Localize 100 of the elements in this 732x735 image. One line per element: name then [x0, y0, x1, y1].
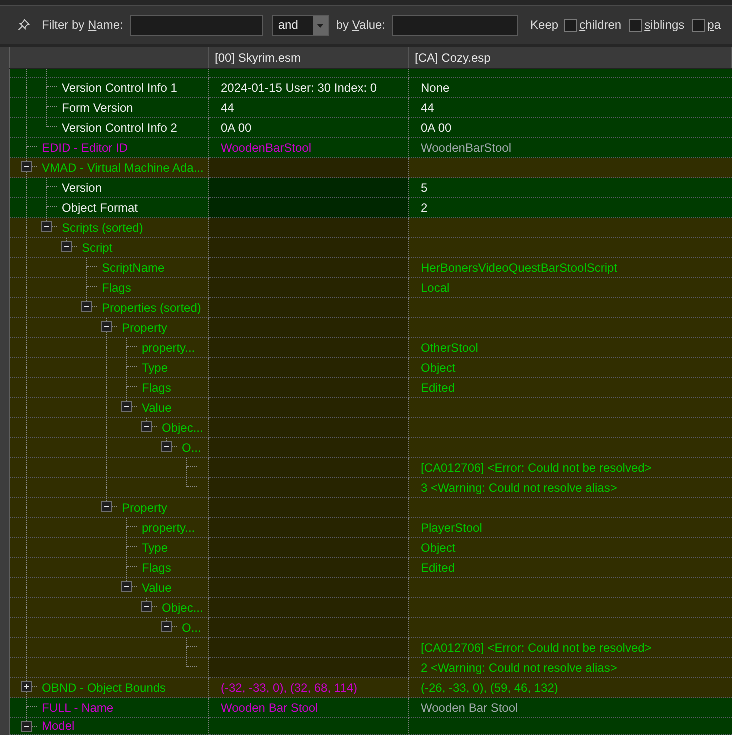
field-value: Local: [421, 280, 450, 294]
tree-row[interactable]: 2 <Warning: Could not resolve alias>: [10, 658, 732, 678]
tree-row[interactable]: Property: [10, 498, 732, 518]
field-name: FULL - Name: [42, 700, 114, 714]
collapse-toggle-icon[interactable]: [81, 301, 92, 312]
pin-icon[interactable]: [18, 19, 30, 31]
field-name: ScriptName: [102, 260, 165, 274]
tree-row[interactable]: [CA012706] <Error: Could not be resolved>: [10, 638, 732, 658]
tree-row[interactable]: property... OtherStool: [10, 338, 732, 358]
field-value: OtherStool: [421, 340, 478, 354]
expand-toggle-icon[interactable]: [21, 681, 32, 692]
tree-row[interactable]: 3 <Warning: Could not resolve alias>: [10, 478, 732, 498]
tree-row[interactable]: O...: [10, 438, 732, 458]
field-value: PlayerStool: [421, 520, 482, 534]
field-name: Properties (sorted): [102, 300, 202, 314]
collapse-toggle-icon[interactable]: [161, 441, 172, 452]
field-name: Type: [142, 540, 168, 554]
checkbox-label[interactable]: siblings: [644, 18, 685, 32]
filter-name-label: Filter by Name:: [42, 18, 124, 32]
collapse-toggle-icon[interactable]: [121, 581, 132, 592]
field-value: Object: [421, 540, 456, 554]
tree-row[interactable]: Type Object: [10, 358, 732, 378]
tree-row[interactable]: EDID - Editor ID WoodenBarStool WoodenBarStool: [10, 138, 732, 158]
field-name: Objec...: [162, 420, 204, 434]
field-value: Edited: [421, 380, 456, 394]
tree-row[interactable]: Scripts (sorted): [10, 218, 732, 238]
checkbox[interactable]: [564, 18, 577, 32]
field-value: (-26, -33, 0), (59, 46, 132): [421, 680, 558, 694]
field-value: 2024-01-15 User: 30 Index: 0: [221, 80, 378, 94]
field-name: property...: [142, 520, 196, 534]
tree-row[interactable]: Version 5: [10, 178, 732, 198]
checkbox[interactable]: [692, 18, 705, 32]
field-value: [CA012706] <Error: Could not be resolved>: [421, 640, 652, 654]
tree-row[interactable]: Value: [10, 578, 732, 598]
field-value: 3 <Warning: Could not resolve alias>: [421, 480, 618, 494]
collapse-toggle-icon[interactable]: [101, 501, 112, 512]
field-name: Version Control Info 1: [62, 80, 178, 94]
field-name: Form Version: [62, 100, 134, 114]
field-name: Object Format: [62, 200, 138, 214]
field-name: Version Control Info 2: [62, 120, 178, 134]
tree-row[interactable]: Property: [10, 318, 732, 338]
field-name: Property: [122, 500, 168, 514]
checkbox-label[interactable]: children: [580, 18, 622, 32]
field-name: Version: [62, 180, 102, 194]
collapse-toggle-icon[interactable]: [41, 221, 52, 232]
tree-row[interactable]: [CA012706] <Error: Could not be resolved>: [10, 458, 732, 478]
tree-row[interactable]: O...: [10, 618, 732, 638]
field-value: 44: [221, 100, 234, 114]
field-value: Object: [421, 360, 456, 374]
field-name: OBND - Object Bounds: [42, 680, 166, 694]
keep-label: Keep: [530, 18, 559, 32]
tree-row[interactable]: property... PlayerStool: [10, 518, 732, 538]
tree-row[interactable]: FULL - Name Wooden Bar Stool Wooden Bar Stool: [10, 698, 732, 718]
tree-row[interactable]: Objec...: [10, 418, 732, 438]
tree-row[interactable]: Objec...: [10, 598, 732, 618]
field-name: O...: [182, 440, 202, 454]
tree-row[interactable]: Type Object: [10, 538, 732, 558]
tree-row[interactable]: Version Control Info 2 0A 00 0A 00: [10, 118, 732, 138]
tree-row[interactable]: Flags Local: [10, 278, 732, 298]
field-name: VMAD - Virtual Machine Ada...: [42, 160, 204, 174]
field-value: 0A 00: [421, 120, 452, 134]
tree-row[interactable]: Form Version 44 44: [10, 98, 732, 118]
field-value: HerBonersVideoQuestBarStoolScript: [421, 260, 618, 274]
collapse-toggle-icon[interactable]: [101, 321, 112, 332]
column-header[interactable]: [CA] Cozy.esp: [409, 47, 732, 68]
tree-row[interactable]: Object Format 2: [10, 198, 732, 218]
operator-dropdown[interactable]: and: [272, 14, 330, 36]
checkbox-label[interactable]: pa: [708, 18, 722, 32]
field-name: property...: [142, 340, 196, 354]
field-value: (-32, -33, 0), (32, 68, 114): [221, 680, 358, 694]
field-name: O...: [182, 620, 202, 634]
tree-row[interactable]: Flags Edited: [10, 378, 732, 398]
field-value: 5: [421, 180, 428, 194]
collapse-toggle-icon[interactable]: [21, 721, 32, 732]
field-name: Model: [42, 719, 75, 733]
field-name: Property: [122, 320, 168, 334]
field-value: WoodenBarStool: [221, 140, 312, 154]
filter-value-field[interactable]: [392, 14, 518, 36]
tree-row[interactable]: ScriptName HerBonersVideoQuestBarStoolScript: [10, 258, 732, 278]
checkbox[interactable]: [628, 18, 642, 32]
tree-row[interactable]: OBND - Object Bounds (-32, -33, 0), (32, 68, 114) (-26, -33, 0), (59, 46, 132): [10, 678, 732, 698]
collapse-toggle-icon[interactable]: [61, 241, 72, 252]
collapse-toggle-icon[interactable]: [141, 421, 152, 432]
tree-row[interactable]: VMAD - Virtual Machine Ada...: [10, 158, 732, 178]
field-value: 2 <Warning: Could not resolve alias>: [421, 660, 618, 674]
tree-row[interactable]: Flags Edited: [10, 558, 732, 578]
field-name: Value: [142, 580, 172, 594]
tree-row[interactable]: Value: [10, 398, 732, 418]
tree-row[interactable]: Version Control Info 1 2024-01-15 User: 30 Index: 0 None: [10, 78, 732, 98]
filter-name-field[interactable]: [130, 14, 264, 36]
collapse-toggle-icon[interactable]: [21, 161, 32, 172]
collapse-toggle-icon[interactable]: [161, 621, 172, 632]
collapse-toggle-icon[interactable]: [121, 401, 132, 412]
column-header[interactable]: [00] Skyrim.esm: [209, 47, 409, 68]
tree-row[interactable]: Script: [10, 238, 732, 258]
field-name: Value: [142, 400, 172, 414]
field-value: WoodenBarStool: [421, 140, 512, 154]
field-value: [CA012706] <Error: Could not be resolved>: [421, 460, 652, 474]
collapse-toggle-icon[interactable]: [141, 601, 152, 612]
tree-row[interactable]: Properties (sorted): [10, 298, 732, 318]
